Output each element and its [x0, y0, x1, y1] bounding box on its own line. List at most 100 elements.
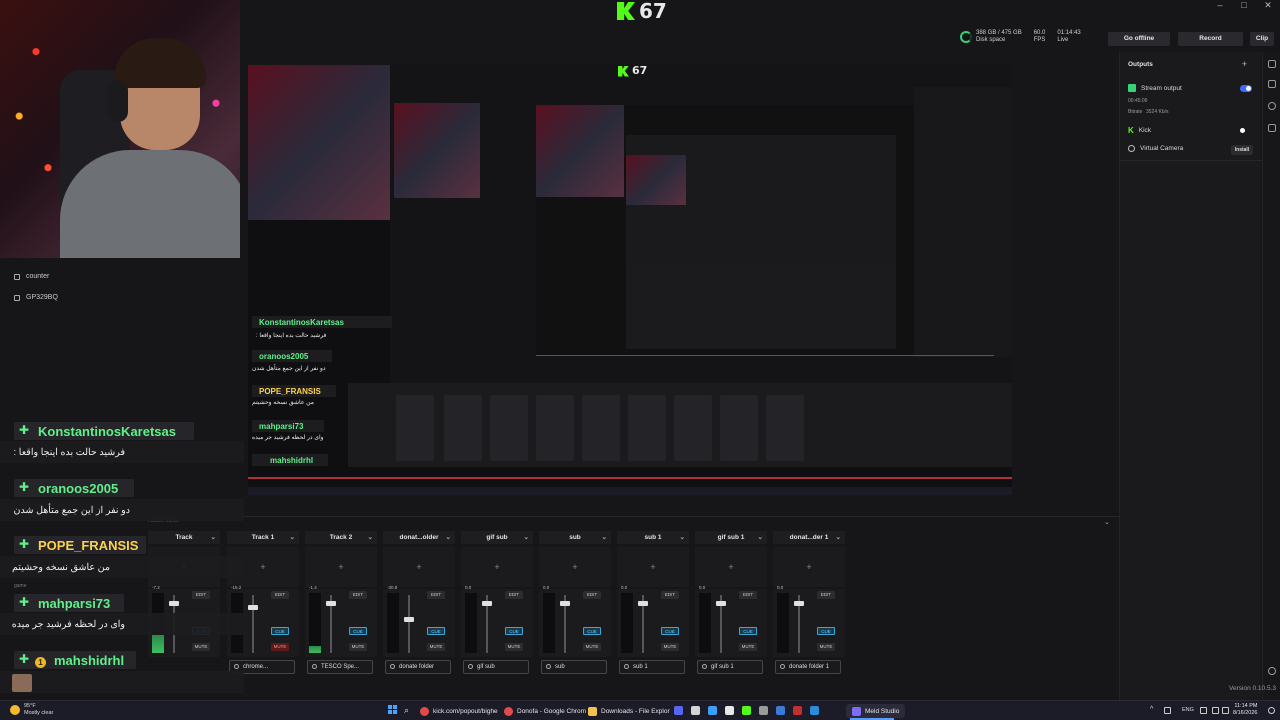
mute-button[interactable]: MUTE	[349, 643, 367, 651]
clock[interactable]: 11:14 PM 8/16/2026	[1233, 703, 1257, 717]
taskbar-app-donofa[interactable]: Donofa - Google Chrom	[504, 704, 586, 718]
record-button[interactable]: Record	[1178, 32, 1243, 46]
maximize-button[interactable]: □	[1232, 0, 1256, 12]
mute-button[interactable]: MUTE	[583, 643, 601, 651]
strip-title[interactable]: Track 1 ⌄	[227, 531, 299, 544]
edit-button[interactable]: EDIT	[505, 591, 523, 599]
edit-button[interactable]: EDIT	[427, 591, 445, 599]
clip-button[interactable]: Clip	[1250, 32, 1274, 46]
tray-app-icon[interactable]	[1164, 707, 1171, 714]
taskbar-app-meld[interactable]: Meld Studio	[846, 704, 906, 718]
strip-source-select[interactable]: donate folder	[385, 660, 451, 674]
stream-output-row[interactable]: Stream output	[1128, 84, 1182, 92]
cue-button[interactable]: CUE	[427, 627, 445, 635]
go-offline-button[interactable]: Go offline	[1108, 32, 1170, 46]
fader-handle[interactable]	[794, 601, 804, 606]
fader-handle[interactable]	[169, 601, 179, 606]
chevron-down-icon[interactable]: ⌄	[290, 531, 295, 544]
pinned-app-icon[interactable]	[810, 706, 819, 715]
add-filter-button[interactable]: +	[461, 547, 533, 587]
sidebar-item-gp329bq[interactable]: GP329BQ	[14, 294, 58, 301]
add-output-icon[interactable]: +	[1242, 59, 1247, 69]
taskbar-app-kick[interactable]: kick.com/popout/bighe	[420, 704, 498, 718]
pinned-app-icon[interactable]	[742, 706, 751, 715]
battery-icon[interactable]	[1222, 707, 1229, 714]
strip-title[interactable]: gif sub ⌄	[461, 531, 533, 544]
chevron-down-icon[interactable]: ⌄	[211, 531, 216, 544]
strip-title[interactable]: donat...der 1 ⌄	[773, 531, 845, 544]
fader-track[interactable]	[252, 595, 254, 653]
strip-title[interactable]: sub 1 ⌄	[617, 531, 689, 544]
mute-button[interactable]: MUTE	[271, 643, 289, 651]
add-filter-button[interactable]: +	[773, 547, 845, 587]
strip-source-select[interactable]: gif sub	[463, 660, 529, 674]
language-indicator[interactable]: ENG	[1182, 707, 1194, 713]
settings-icon[interactable]	[1268, 60, 1276, 68]
chevron-down-icon[interactable]: ⌄	[680, 531, 685, 544]
add-filter-button[interactable]: +	[617, 547, 689, 587]
cue-button[interactable]: CUE	[349, 627, 367, 635]
cue-button[interactable]: CUE	[505, 627, 523, 635]
cue-button[interactable]: CUE	[661, 627, 679, 635]
kick-output-row[interactable]: K Kick	[1128, 126, 1151, 135]
pinned-app-icon[interactable]	[708, 706, 717, 715]
strip-title[interactable]: gif sub 1 ⌄	[695, 531, 767, 544]
mute-button[interactable]: MUTE	[505, 643, 523, 651]
volume-icon[interactable]	[1212, 707, 1219, 714]
stream-toggle[interactable]	[1240, 85, 1252, 92]
mute-button[interactable]: MUTE	[817, 643, 835, 651]
pinned-app-icon[interactable]	[674, 706, 683, 715]
weather-widget[interactable]: 95°F Mostly clear	[10, 703, 53, 716]
edit-button[interactable]: EDIT	[349, 591, 367, 599]
pinned-app-icon[interactable]	[759, 706, 768, 715]
search-icon[interactable]: ⌕	[404, 705, 409, 716]
windows-start-icon[interactable]	[388, 705, 397, 714]
add-filter-button[interactable]: +	[383, 547, 455, 587]
outputs-icon[interactable]	[1268, 80, 1276, 88]
fader-handle[interactable]	[482, 601, 492, 606]
stats-icon[interactable]	[1268, 124, 1276, 132]
fader-track[interactable]	[408, 595, 410, 653]
strip-source-select[interactable]: donate folder 1	[775, 660, 841, 674]
pinned-app-icon[interactable]	[725, 706, 734, 715]
chevron-down-icon[interactable]: ⌄	[836, 531, 841, 544]
pinned-app-icon[interactable]	[793, 706, 802, 715]
chevron-down-icon[interactable]: ⌄	[446, 531, 451, 544]
strip-source-select[interactable]: sub 1	[619, 660, 685, 674]
chevron-down-icon[interactable]: ⌄	[602, 531, 607, 544]
notification-icon[interactable]	[1268, 707, 1275, 714]
strip-title[interactable]: Track ⌄	[148, 531, 220, 544]
mute-button[interactable]: MUTE	[427, 643, 445, 651]
strip-source-select[interactable]: sub	[541, 660, 607, 674]
cue-button[interactable]: CUE	[739, 627, 757, 635]
chat-icon[interactable]	[1268, 102, 1276, 110]
collapse-chevron-icon[interactable]: ⌄	[1104, 518, 1110, 526]
chevron-down-icon[interactable]: ⌄	[758, 531, 763, 544]
cue-button[interactable]: CUE	[271, 627, 289, 635]
mute-button[interactable]: MUTE	[739, 643, 757, 651]
minimize-button[interactable]: –	[1208, 0, 1232, 12]
strip-source-select[interactable]: gif sub 1	[697, 660, 763, 674]
chevron-down-icon[interactable]: ⌄	[368, 531, 373, 544]
strip-title[interactable]: Track 2 ⌄	[305, 531, 377, 544]
mute-button[interactable]: MUTE	[192, 643, 210, 651]
mute-button[interactable]: MUTE	[661, 643, 679, 651]
add-filter-button[interactable]: +	[305, 547, 377, 587]
cue-button[interactable]: CUE	[583, 627, 601, 635]
sidebar-item-counter[interactable]: counter	[14, 273, 49, 280]
fader-handle[interactable]	[326, 601, 336, 606]
profile-icon[interactable]	[1268, 667, 1276, 675]
fader-handle[interactable]	[248, 605, 258, 610]
taskbar-app-explorer[interactable]: Downloads - File Explor	[588, 704, 670, 718]
edit-button[interactable]: EDIT	[583, 591, 601, 599]
virtual-camera-row[interactable]: Virtual Camera	[1128, 145, 1183, 152]
chevron-down-icon[interactable]: ⌄	[524, 531, 529, 544]
close-button[interactable]: ✕	[1256, 0, 1280, 12]
tray-chevron-icon[interactable]: ^	[1150, 706, 1153, 713]
pinned-app-icon[interactable]	[776, 706, 785, 715]
strip-title[interactable]: sub ⌄	[539, 531, 611, 544]
fader-handle[interactable]	[560, 601, 570, 606]
install-button[interactable]: Install	[1231, 145, 1253, 155]
cue-button[interactable]: CUE	[817, 627, 835, 635]
edit-button[interactable]: EDIT	[817, 591, 835, 599]
